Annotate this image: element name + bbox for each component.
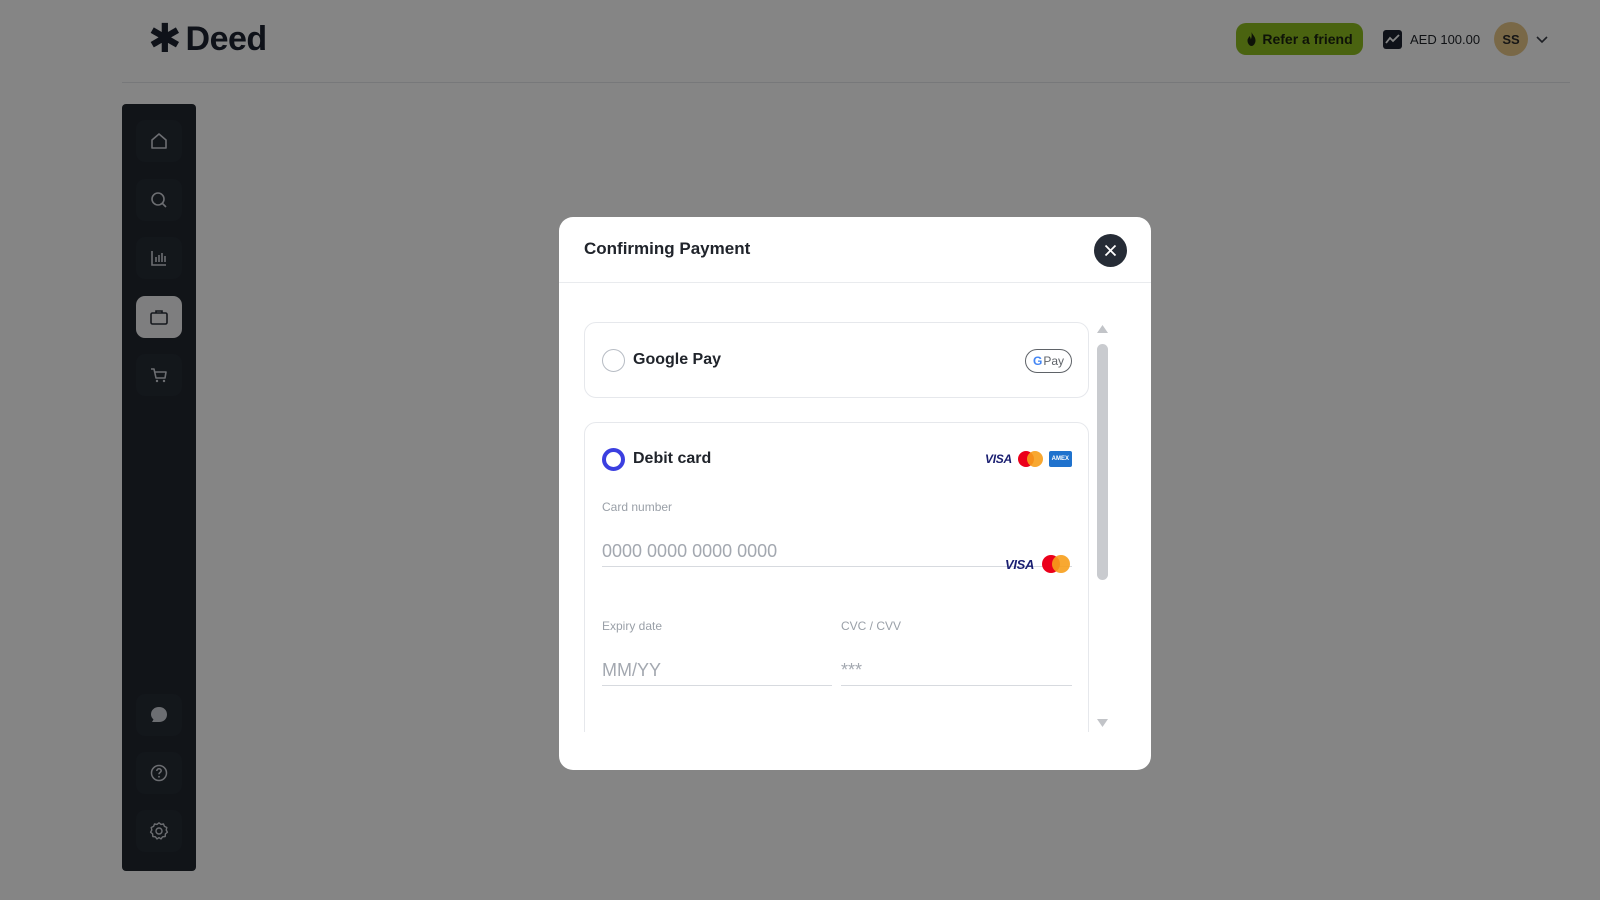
payment-modal: Confirming Payment Google Pay G Pay Debi…: [559, 217, 1151, 770]
card-number-input[interactable]: [602, 537, 1072, 567]
visa-logo: VISA: [1005, 556, 1035, 572]
scroll-up-arrow-icon[interactable]: [1096, 324, 1109, 334]
google-pay-radio[interactable]: [602, 349, 625, 372]
modal-scrollbar[interactable]: [1095, 322, 1109, 732]
modal-title: Confirming Payment: [584, 239, 751, 258]
expiry-date-label: Expiry date: [602, 619, 663, 633]
google-g-icon: G: [1032, 354, 1043, 368]
google-pay-badge-text: Pay: [1043, 354, 1065, 368]
amex-logo: AMEX: [1048, 451, 1072, 467]
accepted-cards: VISA AMEX: [985, 451, 1072, 467]
expiry-date-input[interactable]: [602, 656, 832, 686]
debit-card-option[interactable]: Debit card VISA AMEX Card number VISA Ex…: [584, 422, 1089, 732]
cvc-input[interactable]: [841, 656, 1072, 686]
scrollbar-thumb[interactable]: [1097, 344, 1108, 580]
google-pay-logo: G Pay: [1025, 349, 1072, 373]
card-number-brands: VISA: [1005, 555, 1071, 573]
modal-header: Confirming Payment: [559, 217, 1151, 283]
cvc-label: CVC / CVV: [841, 619, 902, 633]
visa-logo: VISA: [985, 452, 1012, 466]
close-icon: [1104, 244, 1117, 257]
scroll-down-arrow-icon[interactable]: [1096, 718, 1109, 728]
debit-card-radio[interactable]: [602, 448, 625, 471]
google-pay-label: Google Pay: [633, 351, 722, 368]
debit-card-label: Debit card: [633, 450, 712, 467]
payment-methods-list: Google Pay G Pay Debit card VISA AMEX Ca…: [584, 322, 1094, 732]
mastercard-logo: [1042, 555, 1071, 573]
close-modal-button[interactable]: [1094, 234, 1127, 267]
card-number-label: Card number: [602, 500, 673, 514]
mastercard-logo: [1017, 451, 1043, 467]
google-pay-option[interactable]: Google Pay G Pay: [584, 322, 1089, 398]
